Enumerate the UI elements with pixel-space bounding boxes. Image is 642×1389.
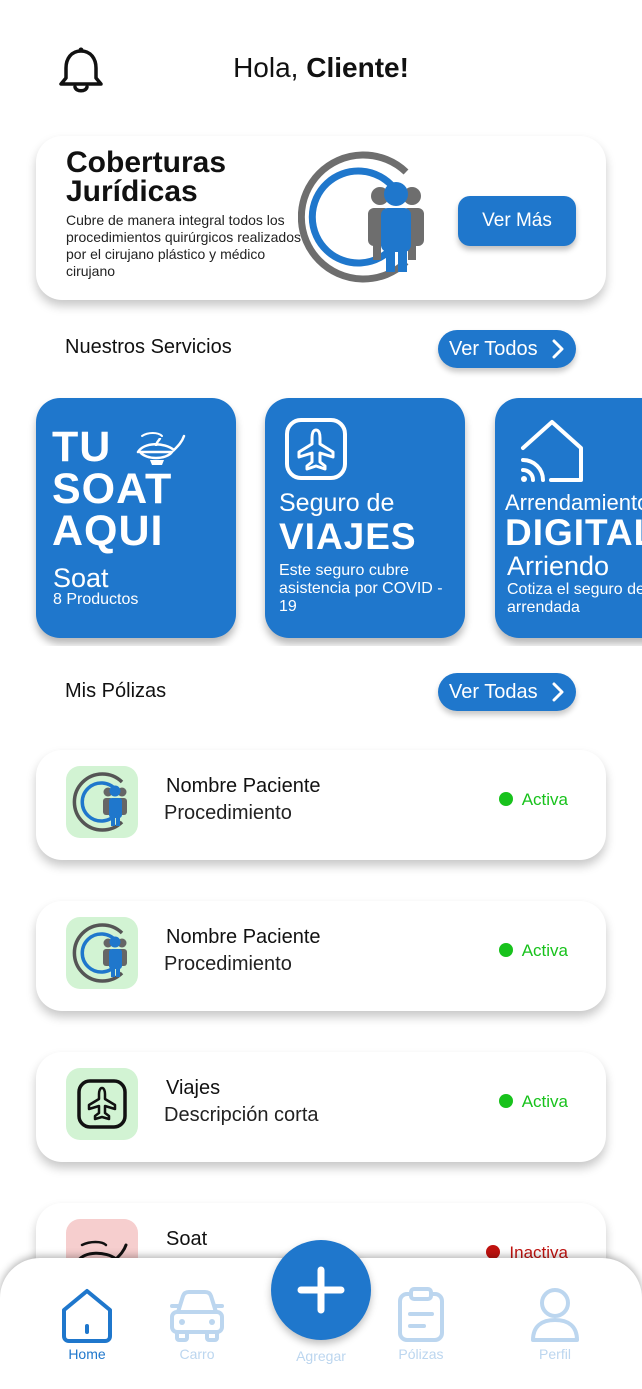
greeting-name: Cliente! (306, 52, 409, 83)
coverage-logo-icon (72, 923, 127, 983)
status-badge: Activa (498, 790, 568, 810)
lamp-icon (136, 432, 186, 465)
home-icon (62, 1289, 112, 1343)
user-icon (531, 1288, 579, 1342)
coverage-logo-icon (298, 151, 424, 283)
status-dot (498, 792, 513, 806)
service-card-viajes[interactable]: Seguro de VIAJES Este seguro cubre asist… (265, 398, 465, 638)
ver-todos-button[interactable]: Ver Todos (438, 330, 576, 368)
soat-name: Soat (53, 563, 109, 593)
greeting-prefix: Hola, (233, 52, 307, 83)
arrendamiento-name: Arriendo (507, 551, 610, 581)
policies-section-title: Mis Pólizas (65, 680, 167, 702)
policy-name: Soat (166, 1228, 208, 1250)
car-icon (170, 1290, 224, 1342)
ver-mas-button[interactable]: Ver Más (458, 196, 576, 246)
viajes-detail: Este seguro cubre asistencia por COVID -… (279, 562, 443, 615)
policy-icon-tile (66, 917, 138, 989)
policy-card[interactable]: Viajes Descripción corta Activa (36, 1052, 606, 1162)
add-button[interactable] (271, 1240, 371, 1340)
viajes-line1: Seguro de (279, 489, 395, 517)
plus-icon (297, 1266, 345, 1314)
tab-label: Pólizas (398, 1346, 444, 1362)
coverage-logo-icon (72, 772, 127, 832)
policy-card[interactable]: Nombre Paciente Procedimiento Activa (36, 901, 606, 1011)
arrendamiento-detail: Cotiza el seguro de tu vivienda arrendad… (507, 581, 642, 616)
tab-label: Home (68, 1346, 106, 1362)
policy-description: Procedimiento (164, 953, 292, 975)
coberturas-card[interactable]: Coberturas Jurídicas Cubre de manera int… (36, 136, 606, 300)
airplane-icon (77, 1079, 127, 1129)
policy-description: Descripción corta (164, 1104, 319, 1126)
tab-home[interactable]: Home (42, 1286, 132, 1362)
tab-label: Carro (179, 1346, 215, 1362)
hero-description: Cubre de manera integral todos los proce… (66, 212, 302, 279)
ver-todas-label: Ver Todas (449, 681, 538, 703)
clipboard-icon (398, 1287, 444, 1342)
status-label: Activa (521, 1092, 568, 1111)
policy-name: Nombre Paciente (166, 926, 321, 948)
policy-icon-tile (66, 1068, 138, 1140)
chevron-right-icon (552, 682, 564, 702)
status-dot (498, 1094, 513, 1108)
ver-todos-label: Ver Todos (449, 338, 538, 360)
viajes-headline: VIAJES (279, 516, 417, 557)
tab-label: Perfil (539, 1346, 571, 1362)
header: Hola, Cliente! (0, 40, 642, 100)
greeting: Hola, Cliente! (0, 52, 642, 84)
status-dot (498, 943, 513, 957)
status-badge: Activa (498, 941, 568, 961)
status-badge: Activa (498, 1092, 568, 1112)
service-card-soat[interactable]: TU SOAT AQUI Soat 8 Productos (36, 398, 236, 638)
policy-description: Procedimiento (164, 802, 292, 824)
arrendamiento-headline: DIGITAL (505, 512, 642, 553)
tab-perfil[interactable]: Perfil (510, 1286, 600, 1362)
chevron-right-icon (552, 339, 564, 359)
policy-name: Viajes (166, 1077, 221, 1099)
hero-title: Coberturas Jurídicas (66, 146, 227, 208)
service-card-arrendamiento[interactable]: Arrendamiento DIGITAL Arriendo Cotiza el… (495, 398, 642, 638)
ver-todas-button[interactable]: Ver Todas (438, 673, 576, 711)
services-carousel[interactable]: TU SOAT AQUI Soat 8 Productos Seguro de … (0, 396, 642, 646)
status-label: Activa (521, 790, 568, 809)
policy-icon-tile (66, 766, 138, 838)
policy-card[interactable]: Nombre Paciente Procedimiento Activa (36, 750, 606, 860)
tab-polizas[interactable]: Pólizas (376, 1286, 466, 1362)
add-button-label: Agregar (296, 1348, 346, 1364)
services-section-title: Nuestros Servicios (65, 336, 232, 358)
tab-carro[interactable]: Carro (152, 1286, 242, 1362)
airplane-icon (285, 418, 347, 480)
status-label: Activa (521, 941, 568, 960)
smart-home-icon (521, 420, 583, 482)
soat-detail: 8 Productos (53, 591, 139, 608)
policy-name: Nombre Paciente (166, 775, 321, 797)
status-dot (486, 1245, 501, 1259)
